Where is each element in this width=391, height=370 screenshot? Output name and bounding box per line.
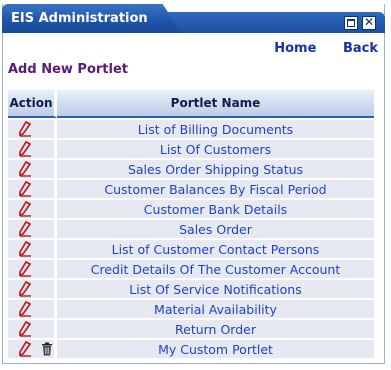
portlet-link[interactable]: Sales Order Shipping Status (128, 162, 303, 177)
table-row: Return Order (8, 320, 374, 338)
edit-icon[interactable] (17, 341, 33, 357)
restore-glyph (347, 19, 355, 27)
table-row: My Custom Portlet (8, 340, 374, 358)
portlet-link[interactable]: List of Customer Contact Persons (112, 242, 320, 257)
close-window-icon[interactable]: ✕ (362, 16, 376, 30)
table-row: Sales Order Shipping Status (8, 160, 374, 178)
portlet-rows: List of Billing Documents List Of Custome… (8, 120, 374, 358)
portlet-link[interactable]: Sales Order (179, 222, 252, 237)
row-portlet-name: Return Order (57, 320, 374, 338)
row-portlet-name: Sales Order Shipping Status (57, 160, 374, 178)
row-actions (8, 200, 57, 218)
portlet-link[interactable]: Return Order (175, 322, 256, 337)
table-row: List of Billing Documents (8, 120, 374, 138)
edit-icon[interactable] (17, 221, 33, 237)
edit-icon[interactable] (17, 201, 33, 217)
edit-icon[interactable] (17, 301, 33, 317)
back-link[interactable]: Back (343, 41, 378, 56)
edit-icon[interactable] (17, 241, 33, 257)
portlet-link[interactable]: Customer Balances By Fiscal Period (104, 182, 326, 197)
portlet-link[interactable]: Customer Bank Details (144, 202, 287, 217)
row-portlet-name: List of Billing Documents (57, 120, 374, 138)
table-row: Credit Details Of The Customer Account (8, 260, 374, 278)
edit-icon[interactable] (17, 321, 33, 337)
row-actions (8, 300, 57, 318)
row-portlet-name: List Of Customers (57, 140, 374, 158)
row-portlet-name: Customer Bank Details (57, 200, 374, 218)
row-actions (8, 160, 57, 178)
trash-icon[interactable] (41, 342, 53, 356)
row-actions (8, 140, 57, 158)
row-portlet-name: My Custom Portlet (57, 340, 374, 358)
home-link[interactable]: Home (274, 41, 316, 56)
header-portlet-name: Portlet Name (57, 90, 374, 118)
nav-links: Home Back (252, 41, 378, 56)
row-actions (8, 280, 57, 298)
row-actions (8, 340, 57, 358)
edit-icon[interactable] (17, 161, 33, 177)
table-row: List Of Customers (8, 140, 374, 158)
row-portlet-name: List of Customer Contact Persons (57, 240, 374, 258)
row-actions (8, 220, 57, 238)
table-row: Material Availability (8, 300, 374, 318)
table-row: List of Customer Contact Persons (8, 240, 374, 258)
row-actions (8, 180, 57, 198)
row-actions (8, 260, 57, 278)
row-portlet-name: Material Availability (57, 300, 374, 318)
table-row: List Of Service Notifications (8, 280, 374, 298)
table-row: Customer Bank Details (8, 200, 374, 218)
row-actions (8, 320, 57, 338)
portlet-table: Action Portlet Name List of Billing Docu… (8, 88, 374, 360)
edit-icon[interactable] (17, 181, 33, 197)
row-actions (8, 240, 57, 258)
table-header-row: Action Portlet Name (8, 90, 374, 118)
edit-icon[interactable] (17, 281, 33, 297)
row-portlet-name: Sales Order (57, 220, 374, 238)
portlet-link[interactable]: Material Availability (154, 302, 277, 317)
restore-window-icon[interactable] (344, 16, 358, 30)
portlet-link[interactable]: My Custom Portlet (158, 342, 273, 357)
window-title: EIS Administration (11, 11, 148, 26)
row-actions (8, 120, 57, 138)
portlet-link[interactable]: Credit Details Of The Customer Account (91, 262, 340, 277)
portlet-link[interactable]: List of Billing Documents (138, 122, 293, 137)
add-new-portlet-link[interactable]: Add New Portlet (8, 62, 128, 77)
close-glyph: ✕ (363, 15, 375, 29)
table-row: Sales Order (8, 220, 374, 238)
portlet-link[interactable]: List Of Service Notifications (129, 282, 301, 297)
table-row: Customer Balances By Fiscal Period (8, 180, 374, 198)
eis-administration-portlet: EIS Administration ✕ Home Back Add New P… (2, 4, 385, 364)
row-portlet-name: Customer Balances By Fiscal Period (57, 180, 374, 198)
edit-icon[interactable] (17, 141, 33, 157)
row-portlet-name: Credit Details Of The Customer Account (57, 260, 374, 278)
edit-icon[interactable] (17, 261, 33, 277)
portlet-link[interactable]: List Of Customers (160, 142, 271, 157)
edit-icon[interactable] (17, 121, 33, 137)
title-bar: EIS Administration ✕ (2, 4, 385, 33)
row-portlet-name: List Of Service Notifications (57, 280, 374, 298)
header-action: Action (8, 90, 57, 118)
